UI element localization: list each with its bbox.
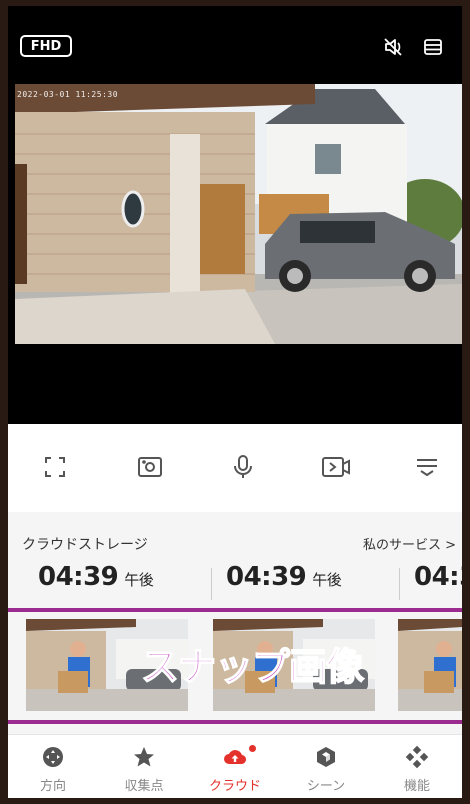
- quality-button[interactable]: FHD: [20, 35, 72, 57]
- nav-item-scene[interactable]: シーン: [281, 735, 371, 798]
- time-label: 04:39 午後: [226, 562, 342, 592]
- my-service-link[interactable]: 私のサービス >: [363, 534, 456, 553]
- microphone-icon[interactable]: [226, 450, 260, 484]
- time-label: 04:39 午後: [38, 562, 154, 592]
- video-timestamp: 2022-03-01 11:25:30: [17, 90, 119, 99]
- bottom-navigation: 方向 収集点 クラウド シーン 機能: [8, 734, 462, 798]
- record-icon[interactable]: [319, 450, 353, 484]
- snapshot-icon[interactable]: [133, 450, 167, 484]
- nav-label: 機能: [403, 779, 430, 794]
- divider: [399, 568, 400, 600]
- cloud-storage-title: クラウドストレージ: [22, 537, 148, 553]
- time-label: 04:3: [414, 562, 462, 592]
- menu-icon[interactable]: [422, 36, 444, 58]
- nav-item-direction[interactable]: 方向: [8, 735, 98, 798]
- camera-controls-bar: [8, 424, 462, 512]
- snapshot-annotation-label: スナップ画像: [140, 644, 365, 690]
- nav-label: 収集点: [124, 779, 164, 794]
- live-video-panel[interactable]: FHD 2022-03-01 11:25:30: [8, 6, 462, 424]
- nav-item-favorites[interactable]: 収集点: [99, 735, 189, 798]
- divider: [211, 568, 212, 600]
- nav-item-cloud[interactable]: クラウド: [190, 735, 280, 798]
- nav-label: 方向: [39, 779, 66, 794]
- fullscreen-icon[interactable]: [38, 450, 72, 484]
- notification-dot: [249, 745, 256, 752]
- camera-view-image: [15, 84, 462, 344]
- cloud-upload-icon: [224, 750, 247, 765]
- nav-item-functions[interactable]: 機能: [372, 735, 462, 798]
- scene-icon: [317, 747, 335, 767]
- function-icon: [405, 745, 429, 769]
- nav-label: クラウド: [208, 779, 261, 794]
- mute-icon[interactable]: [382, 36, 404, 58]
- more-icon[interactable]: [410, 450, 444, 484]
- direction-icon: [43, 747, 63, 767]
- phone-screen: FHD 2022-03-01 11:25:30 クラウドストレージ 私のサービス…: [8, 6, 462, 798]
- nav-label: シーン: [306, 779, 346, 794]
- star-icon: [134, 747, 154, 767]
- cloud-storage-section: クラウドストレージ 私のサービス > 04:39午後 04:39午後 04:3: [8, 512, 462, 734]
